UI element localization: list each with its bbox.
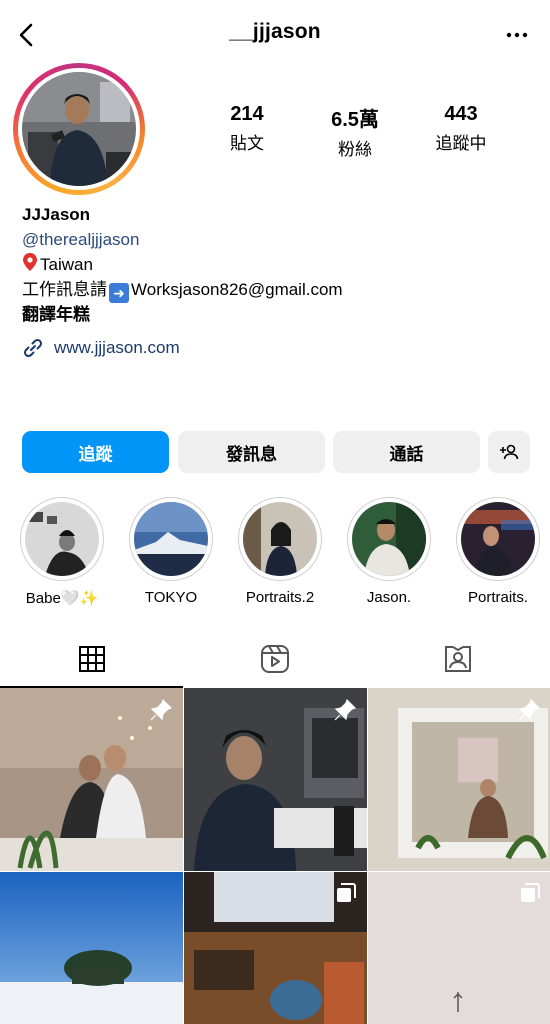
posts-stat[interactable]: 214 貼文 — [202, 103, 292, 154]
highlight-label: TOKYO — [144, 589, 198, 606]
work-line: 工作訊息請 ➜ Worksjason826@gmail.com — [22, 278, 532, 303]
highlight-thumbnail — [352, 502, 426, 576]
location-pin-icon — [23, 253, 37, 271]
profile-tabs — [0, 630, 550, 688]
highlight-thumbnail — [461, 502, 535, 576]
call-button[interactable]: 通話 — [333, 431, 480, 473]
website-link-text[interactable]: www.jjjason.com — [54, 338, 180, 358]
tab-posts-grid[interactable] — [0, 630, 183, 687]
website-link[interactable]: www.jjjason.com — [22, 337, 180, 359]
message-button[interactable]: 發訊息 — [178, 431, 325, 473]
story-ring[interactable] — [13, 63, 145, 195]
posts-count: 214 — [230, 103, 264, 125]
grid-post[interactable] — [368, 872, 550, 1024]
grid-icon — [78, 645, 105, 672]
profile-avatar[interactable] — [22, 72, 136, 186]
highlight-thumbnail — [25, 502, 99, 576]
following-stat[interactable]: 443 追蹤中 — [416, 103, 506, 154]
work-prefix: 工作訊息請 — [22, 279, 107, 299]
threads-handle[interactable]: @therealjjjason — [22, 228, 532, 253]
following-count: 443 — [444, 103, 478, 125]
grid-post[interactable] — [0, 688, 183, 871]
highlight-label: Jason. — [366, 589, 412, 606]
profile-username: __jjjason — [229, 20, 321, 43]
top-bar: __jjjason — [0, 0, 550, 70]
carousel-icon — [521, 883, 540, 902]
highlight-babe[interactable]: Babe🤍✨ — [16, 497, 108, 607]
followers-count: 6.5萬 — [331, 109, 379, 131]
add-person-icon — [500, 444, 519, 460]
highlight-label: Babe🤍✨ — [25, 590, 99, 607]
pinned-icon — [150, 698, 173, 721]
highlight-jason[interactable]: Jason. — [343, 497, 435, 606]
highlight-tokyo[interactable]: TOKYO — [125, 497, 217, 606]
following-label: 追蹤中 — [435, 134, 487, 153]
grid-post[interactable] — [0, 872, 183, 1024]
pinned-icon — [334, 698, 357, 721]
highlight-portraits[interactable]: Portraits. — [452, 497, 544, 606]
carousel-icon — [337, 883, 356, 902]
tagged-icon — [444, 645, 471, 672]
link-icon — [23, 338, 43, 358]
followers-label: 粉絲 — [338, 140, 372, 159]
suggested-users-button[interactable] — [488, 431, 530, 473]
grid-post[interactable] — [184, 688, 367, 871]
reels-icon — [260, 644, 289, 673]
bio-section: JJJason @therealjjjason Taiwan 工作訊息請 ➜ Wor… — [22, 203, 532, 327]
grid-post[interactable] — [184, 872, 367, 1024]
location-line: Taiwan — [22, 252, 532, 278]
work-email: Worksjason826@gmail.com — [131, 279, 343, 299]
highlight-portraits-2[interactable]: Portraits.2 — [234, 497, 326, 606]
posts-label: 貼文 — [230, 134, 264, 153]
highlight-label: Portraits.2 — [245, 589, 315, 606]
follow-button[interactable]: 追蹤 — [22, 431, 169, 473]
pinned-icon — [518, 698, 541, 721]
more-options-icon[interactable] — [504, 22, 530, 48]
highlight-thumbnail — [243, 502, 317, 576]
followers-stat[interactable]: 6.5萬 粉絲 — [310, 103, 400, 160]
tab-reels[interactable] — [183, 630, 366, 687]
arrow-right-icon: ➜ — [109, 282, 129, 303]
display-name: JJJason — [22, 205, 91, 224]
tab-tagged[interactable] — [366, 630, 549, 687]
highlight-thumbnail — [134, 502, 208, 576]
bio-extra: 翻譯年糕 — [22, 304, 90, 324]
highlight-label: Portraits. — [467, 589, 528, 606]
grid-post[interactable] — [368, 688, 550, 871]
location-text: Taiwan — [40, 255, 93, 274]
